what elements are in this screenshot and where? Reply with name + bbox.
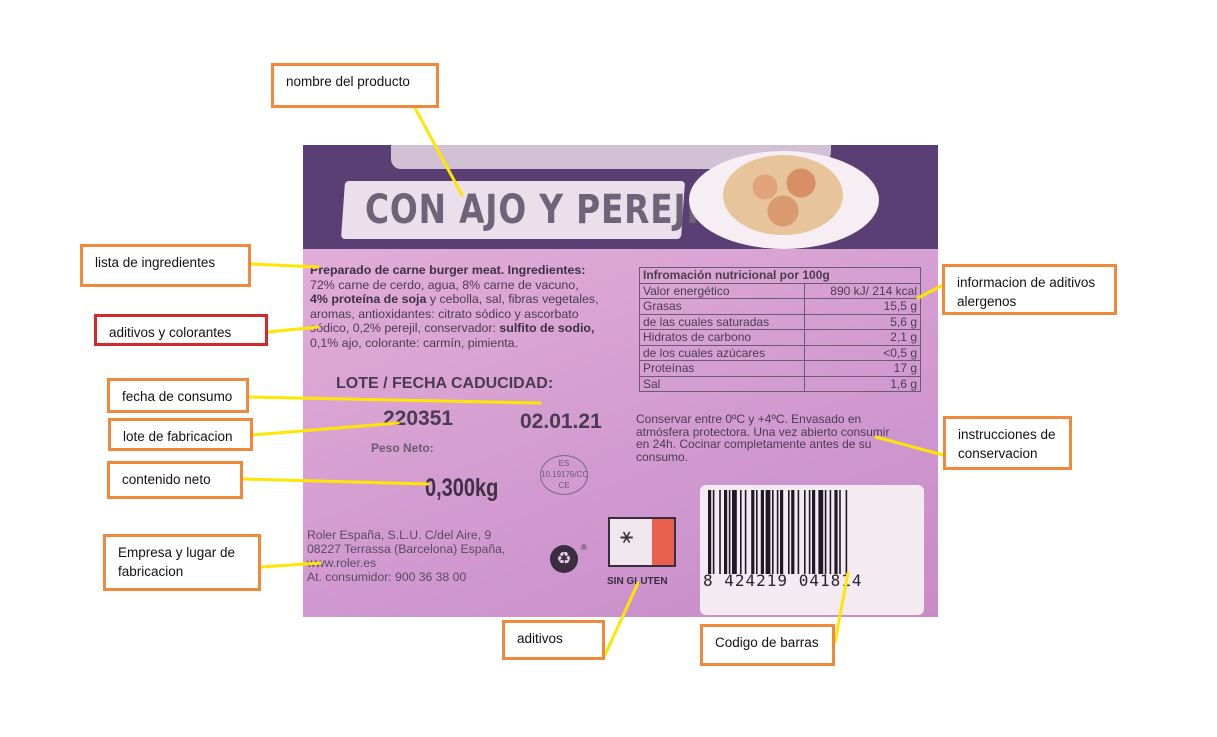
health-mark-line: CE: [558, 481, 570, 490]
health-mark: ES 10.19176/CC CE: [540, 455, 588, 495]
barcode-number: 8 424219 041814: [703, 571, 863, 590]
company-info: Roler España, S.L.U. C/del Aire, 9 08227…: [307, 528, 505, 584]
ingredients-heading: Preparado de carne burger meat. Ingredie…: [310, 263, 586, 277]
callout-aditivos: aditivos: [502, 620, 605, 660]
nutrition-label: Sal: [639, 375, 805, 392]
company-line: 08227 Terrassa (Barcelona) España,: [307, 542, 506, 556]
callout-contenido-neto: contenido neto: [107, 461, 243, 499]
nutrition-label: Hidratos de carbono: [639, 329, 805, 346]
product-title: CON AJO Y PEREJIL: [365, 187, 722, 233]
nutrition-value: <0,5 g: [803, 344, 922, 361]
health-mark-line: 10.19176/CC: [541, 470, 589, 479]
lote-heading: LOTE / FECHA CADUCIDAD:: [336, 375, 554, 392]
table-row: Valor energético 890 kJ/ 214 kcal: [639, 282, 922, 299]
ingredients-bold: 4% proteína de soja: [310, 292, 427, 306]
expiry-date: 02.01.21: [520, 410, 602, 433]
ingredients-bold: sulfito de sodio,: [499, 321, 595, 335]
gluten-free-icon: ⚹: [608, 517, 676, 567]
net-weight-value: 0,300kg: [425, 474, 499, 502]
company-line: Roler España, S.L.U. C/del Aire, 9: [307, 528, 492, 542]
callout-codigo-barras: Codigo de barras: [700, 624, 835, 666]
net-weight-label: Peso Neto:: [371, 441, 434, 455]
nutrition-label: Grasas: [639, 298, 805, 315]
nutrition-label: Valor energético: [639, 282, 805, 299]
callout-lote-fabricacion: lote de fabricacion: [108, 418, 253, 451]
ingredients-line: sódico, 0,2% perejil, conservador:: [310, 321, 500, 335]
ingredients-line: aromas, antioxidantes: citrato sódico y …: [310, 306, 579, 321]
callout-informacion-alergenos: informacion de aditivos alergenos: [942, 264, 1117, 315]
nutrition-label: de los cuales azúcares: [639, 344, 805, 361]
ingredients-line: 72% carne de cerdo, agua, 8% carne de va…: [310, 277, 579, 292]
callout-empresa-lugar: Empresa y lugar de fabricacion: [103, 534, 261, 591]
table-row: Hidratos de carbono 2,1 g: [639, 329, 922, 346]
lote-number: 220351: [383, 407, 454, 430]
ingredients-text: Preparado de carne burger meat. Ingredie…: [310, 263, 610, 350]
nutrition-label: Proteínas: [639, 360, 805, 377]
callout-nombre-producto: nombre del producto: [271, 63, 439, 108]
nutrition-value: 17 g: [803, 360, 922, 377]
gluten-free-label: SIN GLUTEN: [607, 576, 668, 587]
callout-lista-ingredientes: lista de ingredientes: [80, 244, 251, 287]
conservation-text: Conservar entre 0ºC y +4ºC. Envasado en …: [636, 412, 890, 464]
callout-fecha-consumo: fecha de consumo: [107, 378, 249, 413]
table-row: de los cuales azúcares <0,5 g: [639, 344, 922, 361]
table-row: Proteínas 17 g: [639, 360, 922, 377]
registered-icon: ®: [581, 543, 587, 552]
gluten-free-red-block: [652, 519, 674, 565]
barcode: [708, 490, 848, 574]
nutrition-value: 1,6 g: [803, 375, 922, 392]
ingredients-line: y cebolla, sal, fibras vegetales,: [426, 292, 599, 306]
table-row: Sal 1,6 g: [639, 375, 922, 392]
health-mark-line: ES: [558, 459, 570, 468]
table-row: Grasas 15,5 g: [639, 298, 922, 315]
crossed-wheat-icon: ⚹: [620, 523, 634, 548]
product-label-photo: CON AJO Y PEREJIL Preparado de carne bur…: [303, 145, 938, 617]
table-row: Infromación nutricional por 100g: [639, 267, 921, 284]
table-row: de las cuales saturadas 5,6 g: [639, 313, 922, 330]
nutrition-value: 5,6 g: [803, 313, 922, 330]
ingredients-line: 0,1% ajo, colorante: carmín, pimienta.: [310, 335, 518, 350]
meatballs-image: [723, 155, 843, 235]
company-line: www.roler.es: [307, 556, 377, 570]
nutrition-value: 890 kJ/ 214 kcal: [803, 282, 922, 299]
recycling-icon: ♻: [550, 545, 578, 573]
nutrition-table: Infromación nutricional por 100g Valor e…: [639, 267, 922, 392]
nutrition-value: 2,1 g: [803, 329, 922, 346]
callout-aditivos-colorantes: aditivos y colorantes: [94, 314, 268, 346]
nutrition-label: de las cuales saturadas: [639, 313, 805, 330]
company-line: At. consumidor: 900 36 38 00: [307, 570, 467, 584]
callout-instrucciones-conservacion: instrucciones de conservacion: [943, 416, 1072, 470]
nutrition-title: Infromación nutricional por 100g: [639, 267, 921, 284]
nutrition-value: 15,5 g: [803, 298, 922, 315]
